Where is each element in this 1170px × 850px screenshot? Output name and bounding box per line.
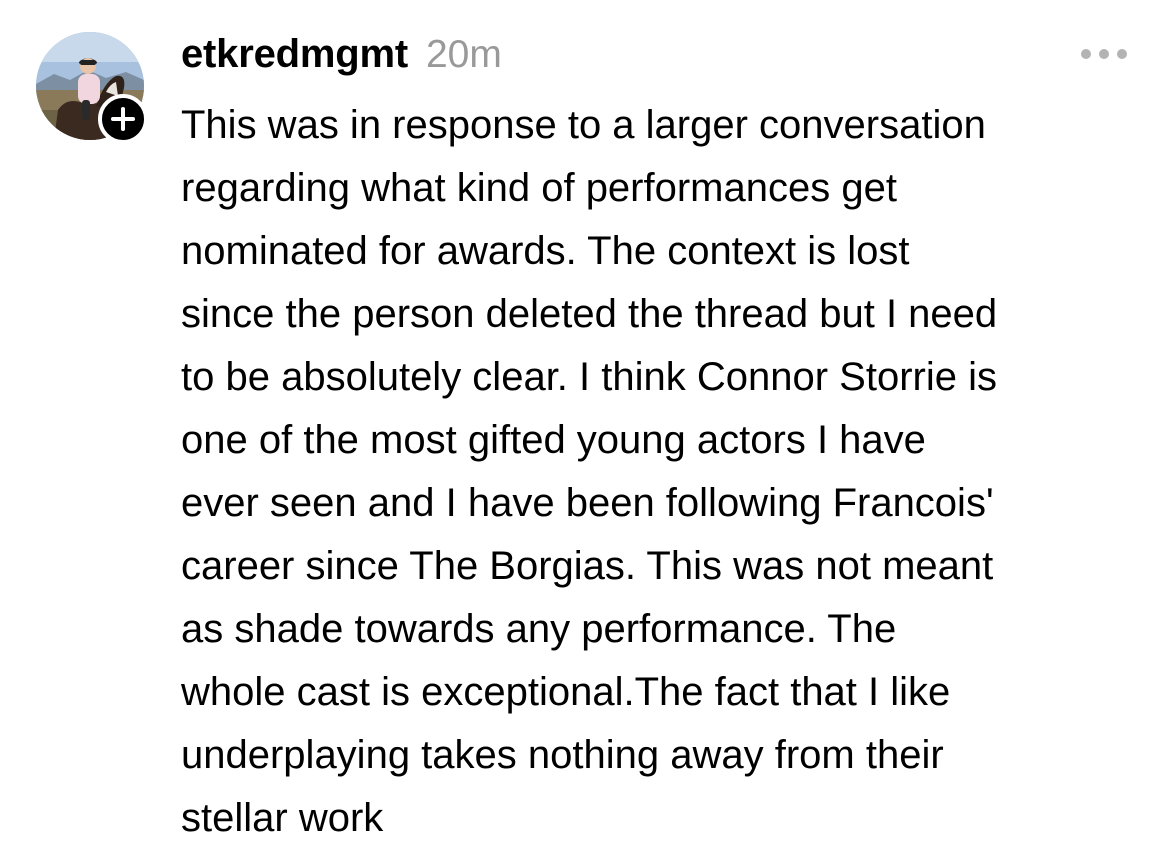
follow-button[interactable] xyxy=(98,94,148,144)
post-body-text: This was in response to a larger convers… xyxy=(181,103,998,840)
avatar-container xyxy=(36,32,148,144)
post: etkredmgmt 20m This was in response to a… xyxy=(0,0,1170,840)
ellipsis-icon xyxy=(1081,49,1127,59)
username[interactable]: etkredmgmt xyxy=(181,32,408,77)
post-header: etkredmgmt 20m xyxy=(181,32,502,80)
more-options-button[interactable] xyxy=(1074,40,1134,68)
timestamp: 20m xyxy=(425,33,502,76)
plus-icon xyxy=(111,107,135,131)
